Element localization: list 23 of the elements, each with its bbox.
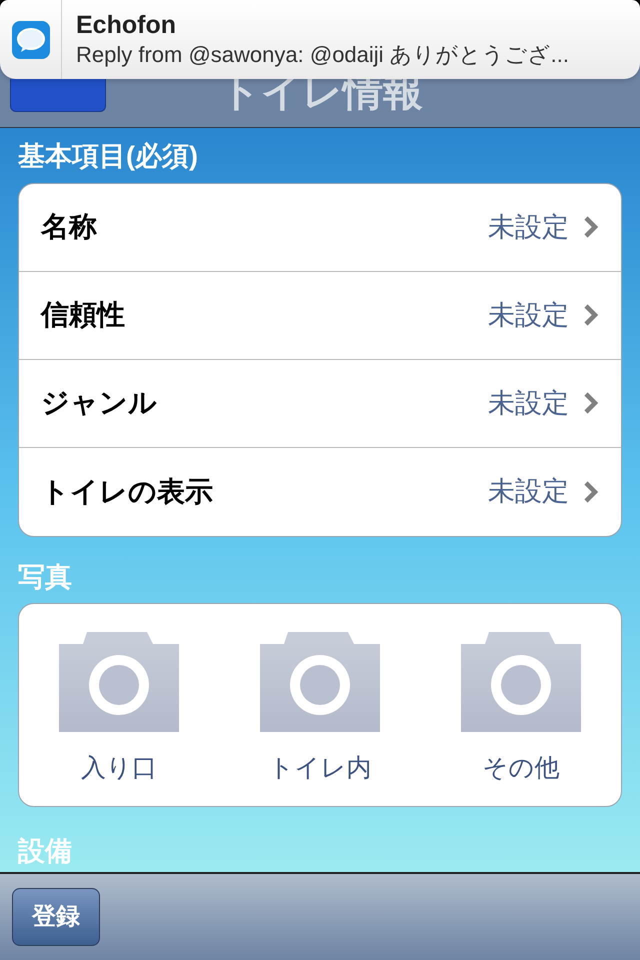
settings-row[interactable]: 信頼性 未設定 [19,272,621,360]
chevron-icon [583,215,599,239]
nav-button[interactable] [10,79,106,112]
section-header: 写真 [18,560,72,594]
photo-slot[interactable]: その他 [461,632,581,788]
camera-icon [59,632,179,732]
register-button[interactable]: 登録 [12,888,100,946]
chevron-icon [583,303,599,327]
notification-toast[interactable]: Echofon Reply from @sawonya: @odaiji ありがとうござ... [0,0,640,79]
camera-icon [461,632,581,732]
settings-row[interactable]: トイレの表示 未設定 [19,448,621,536]
camera-icon [260,632,380,732]
speech-bubble-icon [10,20,50,60]
settings-row[interactable]: 名称 未設定 [19,184,621,272]
notification-message: Reply from @sawonya: @odaiji ありがとうござ... [76,40,570,69]
photo-slot[interactable]: 入り口 [59,632,179,788]
notification-title: Echofon [76,10,176,40]
chevron-icon [583,391,599,415]
photo-slot[interactable]: トイレ内 [260,632,380,788]
chevron-icon [583,480,599,504]
section-header: 基本項目(必須) [18,140,198,173]
settings-row[interactable]: ジャンル 未設定 [19,360,621,448]
section-header: 設備 [18,835,72,868]
